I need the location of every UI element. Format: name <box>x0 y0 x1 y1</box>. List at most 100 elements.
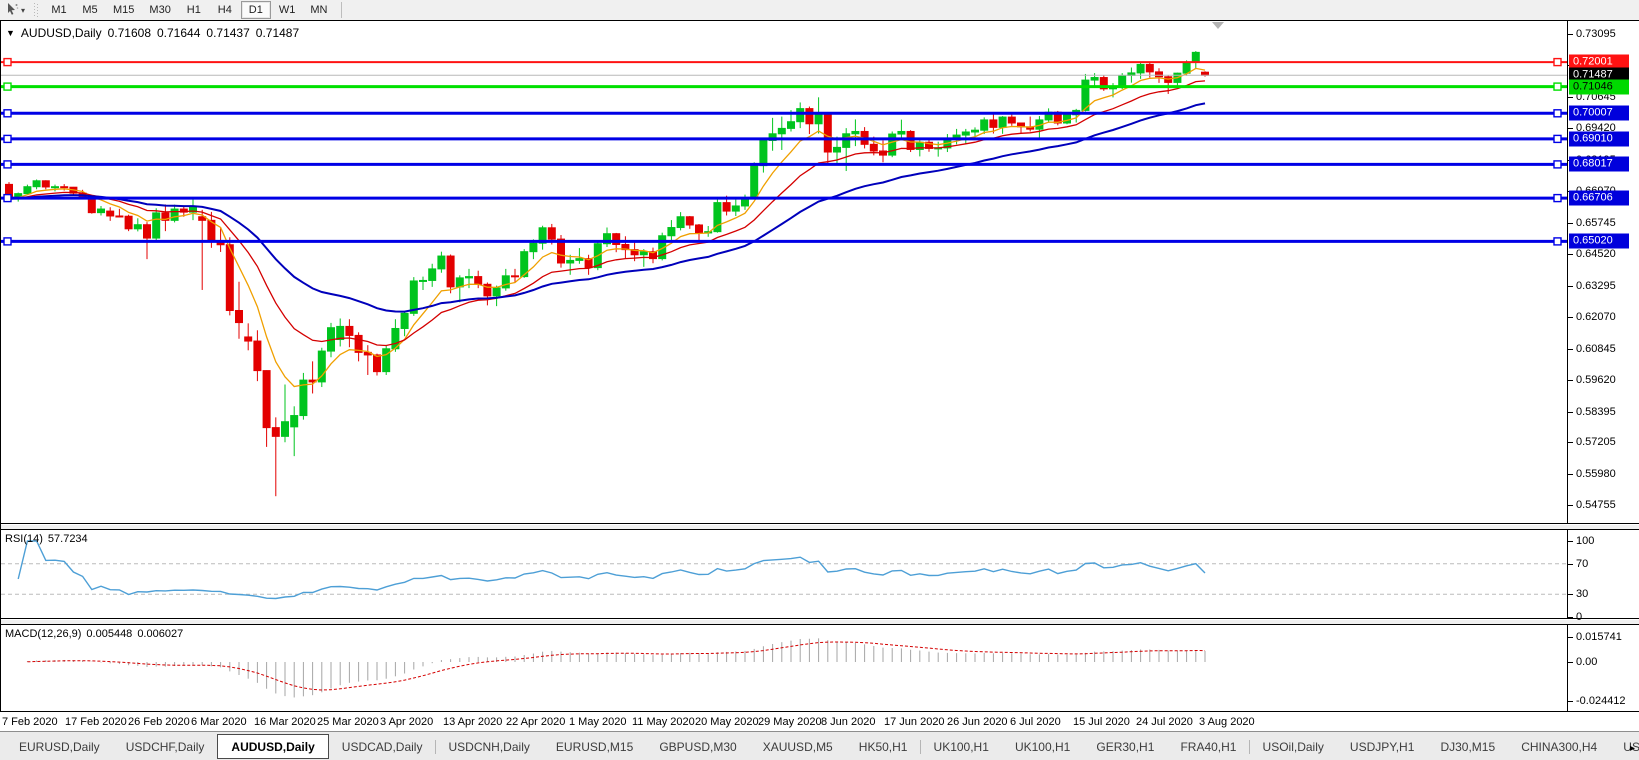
timeframe-button-m5[interactable]: M5 <box>75 1 105 19</box>
time-axis[interactable]: 7 Feb 202017 Feb 202026 Feb 20206 Mar 20… <box>0 711 1639 731</box>
chart-tab-uk100-h1[interactable]: UK100,H1 <box>1002 736 1083 758</box>
date-label: 3 Aug 2020 <box>1199 716 1255 728</box>
macd-panel[interactable]: MACD(12,26,9) 0.005448 0.006027 0.015741… <box>1 624 1639 712</box>
ma-7-line <box>9 68 1205 386</box>
chart-region: ▼ AUDUSD,Daily 0.71608 0.71644 0.71437 0… <box>0 20 1639 731</box>
timeframe-button-d1[interactable]: D1 <box>241 1 271 19</box>
chart-tab-uk100-h1[interactable]: UK100,H1 <box>921 736 1002 758</box>
macd-chart-canvas[interactable] <box>1 625 1567 712</box>
macd-tick-label: 0.00 <box>1576 656 1597 668</box>
price-badge: 0.69010 <box>1569 131 1629 146</box>
ohlc-high: 0.71644 <box>157 26 200 40</box>
price-tick-mark <box>1568 349 1573 350</box>
macd-axis[interactable]: 0.0157410.00-0.024412 <box>1567 625 1639 712</box>
chart-tab-hk50-h1[interactable]: HK50,H1 <box>846 736 921 758</box>
timeframe-button-m15[interactable]: M15 <box>106 1 141 19</box>
chart-tab-usoil-daily[interactable]: USOil,Daily <box>1250 736 1337 758</box>
timeframe-button-h1[interactable]: H1 <box>179 1 209 19</box>
rsi-axis[interactable]: 10070300 <box>1567 530 1639 618</box>
toolbar-separator <box>341 2 342 18</box>
price-tick-mark <box>1568 128 1573 129</box>
price-chart-canvas[interactable] <box>1 21 1567 523</box>
candlestick-layer[interactable] <box>6 51 1209 496</box>
price-axis[interactable]: 0.730950.718700.706450.694200.681950.669… <box>1567 21 1639 523</box>
main-price-panel[interactable]: ▼ AUDUSD,Daily 0.71608 0.71644 0.71437 0… <box>1 21 1639 524</box>
chart-tab-dj30-m15[interactable]: DJ30,M15 <box>1427 736 1508 758</box>
chart-tab-audusd-daily[interactable]: AUDUSD,Daily <box>217 734 328 759</box>
macd-tick-mark <box>1568 662 1573 663</box>
rsi-tick-mark <box>1568 594 1573 595</box>
date-label: 24 Jul 2020 <box>1136 716 1193 728</box>
price-tick-mark <box>1568 474 1573 475</box>
price-tick-label: 0.58395 <box>1576 406 1616 418</box>
macd-tick-mark <box>1568 701 1573 702</box>
mt4-window: ▾ M1M5M15M30H1H4D1W1MN ▼ AUDUSD,Daily 0.… <box>0 0 1639 760</box>
price-tick-label: 0.55980 <box>1576 468 1616 480</box>
collapse-triangle-icon[interactable]: ▼ <box>6 28 15 38</box>
price-tick-mark <box>1568 442 1573 443</box>
chart-tab-usdcnh-daily[interactable]: USDCNH,Daily <box>436 736 543 758</box>
timeframe-button-w1[interactable]: W1 <box>272 1 303 19</box>
chart-tab-eurusd-daily[interactable]: EURUSD,Daily <box>6 736 113 758</box>
price-tick-mark <box>1568 412 1573 413</box>
date-label: 29 May 2020 <box>758 716 822 728</box>
price-tick-mark <box>1568 317 1573 318</box>
date-label: 20 May 2020 <box>695 716 759 728</box>
date-label: 1 May 2020 <box>569 716 626 728</box>
price-tick-mark <box>1568 286 1573 287</box>
toolbar-grip[interactable] <box>34 3 39 17</box>
chart-tab-fra40-h1[interactable]: FRA40,H1 <box>1167 736 1249 758</box>
chart-tab-china300-h4[interactable]: CHINA300,H4 <box>1508 736 1610 758</box>
rsi-panel[interactable]: RSI(14) 57.7234 10070300 <box>1 529 1639 619</box>
date-label: 11 May 2020 <box>632 716 695 728</box>
rsi-line <box>18 541 1205 599</box>
chart-tab-usdjpy-h1[interactable]: USDJPY,H1 <box>1337 736 1427 758</box>
price-tick-label: 0.60845 <box>1576 343 1616 355</box>
timeframe-button-m30[interactable]: M30 <box>142 1 177 19</box>
price-tick-label: 0.73095 <box>1576 28 1616 40</box>
price-badge: 0.70007 <box>1569 106 1629 121</box>
chart-tab-usdcad-daily[interactable]: USDCAD,Daily <box>329 736 436 758</box>
tab-scroll-right-icon[interactable]: ▸ <box>1630 743 1635 754</box>
macd-tick-label: -0.024412 <box>1576 695 1626 707</box>
macd-tick-mark <box>1568 637 1573 638</box>
chart-tab-eurusd-m15[interactable]: EURUSD,M15 <box>543 736 646 758</box>
rsi-value: 57.7234 <box>48 533 88 545</box>
timeframe-button-h4[interactable]: H4 <box>210 1 240 19</box>
price-tick-label: 0.54755 <box>1576 499 1616 511</box>
date-label: 8 Jun 2020 <box>821 716 875 728</box>
rsi-name: RSI(14) <box>5 533 43 545</box>
date-label: 16 Mar 2020 <box>254 716 316 728</box>
price-tick-label: 0.65745 <box>1576 217 1616 229</box>
timeframe-button-m1[interactable]: M1 <box>44 1 74 19</box>
price-badge: 0.66706 <box>1569 191 1629 206</box>
date-label: 22 Apr 2020 <box>506 716 565 728</box>
ma-16-line <box>9 81 1205 346</box>
macd-histogram <box>27 638 1205 697</box>
chart-symbol-label: AUDUSD,Daily <box>21 26 102 40</box>
date-label: 13 Apr 2020 <box>443 716 502 728</box>
timeframe-button-mn[interactable]: MN <box>303 1 334 19</box>
macd-name: MACD(12,26,9) <box>5 628 81 640</box>
price-tick-mark <box>1568 254 1573 255</box>
price-badge: 0.71046 <box>1569 79 1629 94</box>
timeframe-buttons: M1M5M15M30H1H4D1W1MN <box>44 1 335 19</box>
date-label: 25 Mar 2020 <box>317 716 379 728</box>
ma-34-line <box>9 103 1205 311</box>
chart-tab-usdchf-daily[interactable]: USDCHF,Daily <box>113 736 218 758</box>
cursor-tool-button[interactable]: ▾ <box>2 1 28 19</box>
chart-tab-gbpusd-m30[interactable]: GBPUSD,M30 <box>646 736 749 758</box>
rsi-chart-canvas[interactable] <box>1 530 1567 618</box>
macd-signal-value: 0.006027 <box>137 628 183 640</box>
hline-layer[interactable] <box>1 59 1567 245</box>
price-badge: 0.65020 <box>1569 234 1629 249</box>
rsi-tick-mark <box>1568 617 1573 618</box>
chart-tab-bar: EURUSD,DailyUSDCHF,DailyAUDUSD,DailyUSDC… <box>0 731 1639 760</box>
date-label: 15 Jul 2020 <box>1073 716 1130 728</box>
macd-signal-line <box>27 642 1205 690</box>
chart-tab-xauusd-m5[interactable]: XAUUSD,M5 <box>750 736 846 758</box>
chart-tab-ger30-h1[interactable]: GER30,H1 <box>1083 736 1167 758</box>
price-tick-label: 0.62070 <box>1576 311 1616 323</box>
rsi-tick-label: 100 <box>1576 535 1594 547</box>
chart-shift-marker-icon <box>1212 22 1224 29</box>
